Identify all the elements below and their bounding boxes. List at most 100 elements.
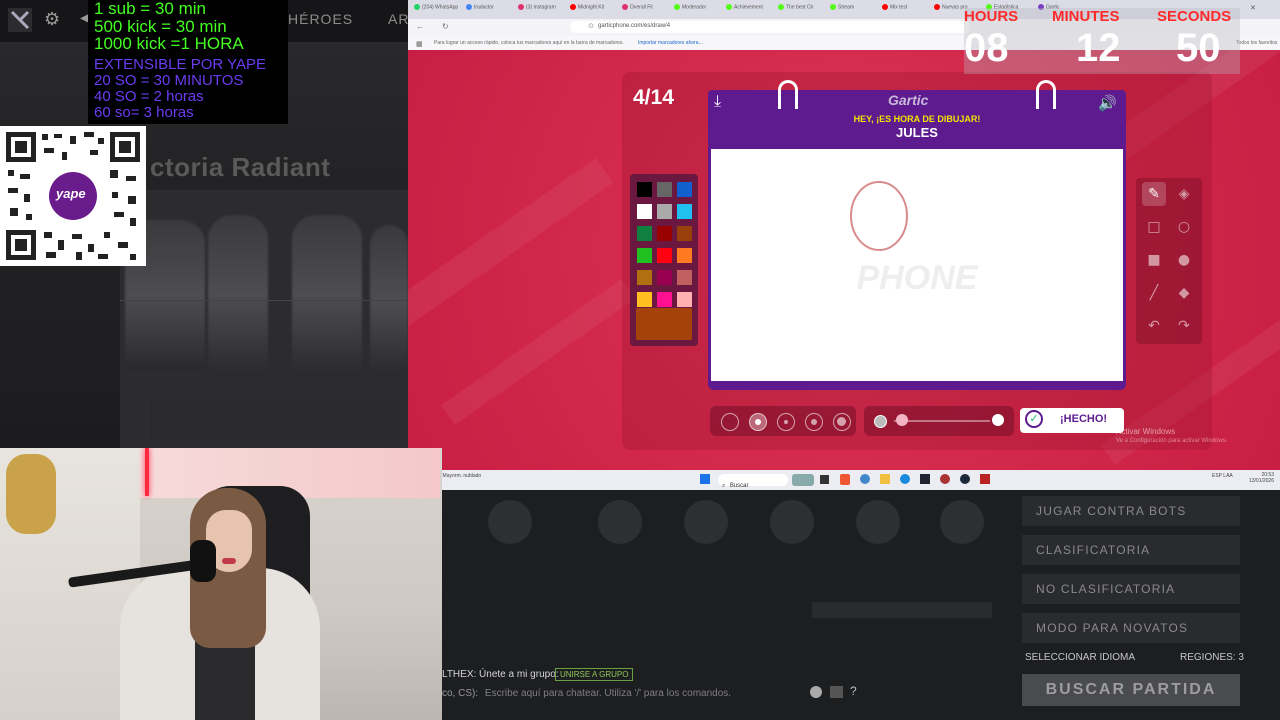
browser-tab[interactable]: Nuevas pro bbox=[934, 4, 968, 10]
taskbar-search-label: Buscar bbox=[729, 483, 749, 489]
folder-icon[interactable] bbox=[880, 474, 890, 484]
browser-tab[interactable]: Moderador bbox=[674, 4, 706, 10]
rule-line: 40 SO = 2 horas bbox=[94, 87, 204, 105]
all-favorites-link[interactable]: Todos los favoritos bbox=[1236, 40, 1277, 46]
round-counter: 4/14 bbox=[633, 86, 674, 109]
line-tool-icon[interactable]: ╱ bbox=[1142, 281, 1166, 305]
regions-label[interactable]: REGIONES: 3 bbox=[1180, 652, 1244, 663]
import-bookmarks-link[interactable]: Importar marcadores ahora... bbox=[638, 40, 703, 46]
browser-tab[interactable]: (3) Instagram bbox=[518, 4, 556, 10]
undo-icon[interactable]: ↶ bbox=[1142, 314, 1166, 338]
ellipse-tool-icon[interactable]: ○ bbox=[1172, 215, 1196, 239]
browser-tab[interactable]: Midnight Kit bbox=[570, 4, 604, 10]
checkmark-icon: ✓ bbox=[1025, 410, 1043, 428]
help-icon[interactable]: ? bbox=[850, 684, 857, 698]
color-swatch[interactable] bbox=[657, 270, 672, 285]
color-swatch[interactable] bbox=[657, 182, 672, 197]
clock[interactable]: 20:53 13/01/2026 bbox=[1240, 472, 1274, 484]
brush-size-4[interactable] bbox=[805, 413, 823, 431]
page-clip-icon bbox=[778, 80, 798, 109]
dota-taskbar-icon[interactable] bbox=[980, 474, 990, 484]
pencil-tool-icon[interactable]: ✎ bbox=[1142, 182, 1166, 206]
brush-size-1[interactable] bbox=[721, 413, 739, 431]
color-swatch[interactable] bbox=[637, 248, 652, 263]
play-vs-bots-button[interactable]: JUGAR CONTRA BOTS bbox=[1022, 496, 1240, 526]
widgets-icon[interactable] bbox=[792, 474, 814, 486]
browser-tab[interactable]: (204) WhatsApp bbox=[414, 4, 458, 10]
browser-tab[interactable]: The best Ch bbox=[778, 4, 813, 10]
brush-size-5[interactable] bbox=[833, 413, 851, 431]
browser-tab[interactable]: traductor bbox=[466, 4, 494, 10]
color-swatch[interactable] bbox=[677, 204, 692, 219]
chat-settings-icon[interactable] bbox=[830, 686, 843, 698]
radiant-victory-title: ctoria Radiant bbox=[150, 152, 331, 182]
close-window-icon[interactable]: ✕ bbox=[1250, 4, 1256, 12]
nav-armory[interactable]: AR bbox=[388, 11, 409, 27]
plush-toy bbox=[6, 454, 56, 534]
opacity-thumb[interactable] bbox=[895, 414, 908, 426]
download-icon[interactable]: ⤓ bbox=[714, 93, 721, 111]
windows-start-icon[interactable] bbox=[700, 474, 710, 484]
color-swatch[interactable] bbox=[677, 248, 692, 263]
activate-windows-title: Activar Windows bbox=[1116, 427, 1176, 436]
redo-icon[interactable]: ↷ bbox=[1172, 314, 1196, 338]
chat-input[interactable]: co, CS): Escribe aquí para chatear. Util… bbox=[442, 688, 731, 699]
eraser-tool-icon[interactable]: ◈ bbox=[1172, 182, 1196, 206]
nav-heroes[interactable]: HÉROES bbox=[288, 11, 353, 27]
steam-icon[interactable] bbox=[960, 474, 970, 484]
filled-rectangle-tool-icon[interactable]: ■ bbox=[1142, 248, 1166, 272]
color-swatch[interactable] bbox=[657, 248, 672, 263]
fill-bucket-tool-icon[interactable]: ◆ bbox=[1172, 281, 1196, 305]
unranked-button[interactable]: NO CLASIFICATORIA bbox=[1022, 574, 1240, 604]
select-language-label[interactable]: SELECCIONAR IDIOMA bbox=[1025, 652, 1135, 663]
brush-size-2[interactable] bbox=[749, 413, 767, 431]
filled-ellipse-tool-icon[interactable]: ● bbox=[1172, 248, 1196, 272]
dota-client-panel: JUGAR CONTRA BOTS CLASIFICATORIA NO CLAS… bbox=[442, 490, 1280, 720]
app-icon[interactable] bbox=[920, 474, 930, 484]
find-match-button[interactable]: BUSCAR PARTIDA bbox=[1022, 674, 1240, 706]
color-swatch[interactable] bbox=[657, 292, 672, 307]
windows-taskbar: 18°C Mayorm. nublado ⌕ Buscar ESP LAA 20… bbox=[408, 470, 1280, 490]
color-swatch[interactable] bbox=[657, 204, 672, 219]
color-swatch[interactable] bbox=[677, 226, 692, 241]
color-swatch[interactable] bbox=[677, 270, 692, 285]
color-swatch[interactable] bbox=[677, 292, 692, 307]
brush-size-3[interactable] bbox=[777, 413, 795, 431]
chrome-icon[interactable] bbox=[860, 474, 870, 484]
color-swatch[interactable] bbox=[637, 226, 652, 241]
color-swatch[interactable] bbox=[637, 270, 652, 285]
color-swatch[interactable] bbox=[677, 182, 692, 197]
new-player-mode-button[interactable]: MODO PARA NOVATOS bbox=[1022, 613, 1240, 643]
taskbar-search-box[interactable]: ⌕ Buscar bbox=[718, 474, 788, 489]
edge-icon[interactable] bbox=[900, 474, 910, 484]
hero-portrait bbox=[940, 500, 984, 544]
keyboard-language[interactable]: ESP LAA bbox=[1212, 473, 1233, 479]
volume-icon[interactable]: 🔊 bbox=[1098, 94, 1117, 112]
reload-icon[interactable]: ↻ bbox=[442, 22, 449, 31]
site-info-icon[interactable]: ⊙ bbox=[588, 22, 594, 30]
color-swatch[interactable] bbox=[637, 292, 652, 307]
taskview-icon[interactable] bbox=[820, 475, 829, 484]
color-swatch[interactable] bbox=[637, 204, 652, 219]
drawing-canvas[interactable]: PHONE bbox=[711, 149, 1123, 381]
color-swatch[interactable] bbox=[637, 182, 652, 197]
dota-logo-icon[interactable] bbox=[8, 8, 32, 32]
back-arrow-icon[interactable]: ← bbox=[416, 22, 424, 31]
browser-tab[interactable]: Overall Fit bbox=[622, 4, 653, 10]
opacity-track[interactable] bbox=[894, 420, 990, 422]
browser-tab[interactable]: Stream bbox=[830, 4, 854, 10]
hours-value: 08 bbox=[964, 26, 1009, 70]
apps-grid-icon[interactable]: ▦ bbox=[416, 40, 423, 48]
settings-icon[interactable]: ⚙ bbox=[44, 9, 60, 30]
join-group-button[interactable]: UNIRSE A GRUPO bbox=[555, 668, 634, 681]
download-replay-button[interactable] bbox=[812, 602, 992, 618]
browser-tab[interactable]: Mix test bbox=[882, 4, 907, 10]
brave-icon[interactable] bbox=[840, 474, 850, 485]
hero-figure bbox=[208, 215, 268, 375]
browser-tab[interactable]: Achievement bbox=[726, 4, 763, 10]
ranked-button[interactable]: CLASIFICATORIA bbox=[1022, 535, 1240, 565]
color-swatch[interactable] bbox=[657, 226, 672, 241]
emoji-icon[interactable] bbox=[810, 686, 822, 698]
obs-icon[interactable] bbox=[940, 474, 950, 484]
rectangle-tool-icon[interactable]: □ bbox=[1142, 215, 1166, 239]
